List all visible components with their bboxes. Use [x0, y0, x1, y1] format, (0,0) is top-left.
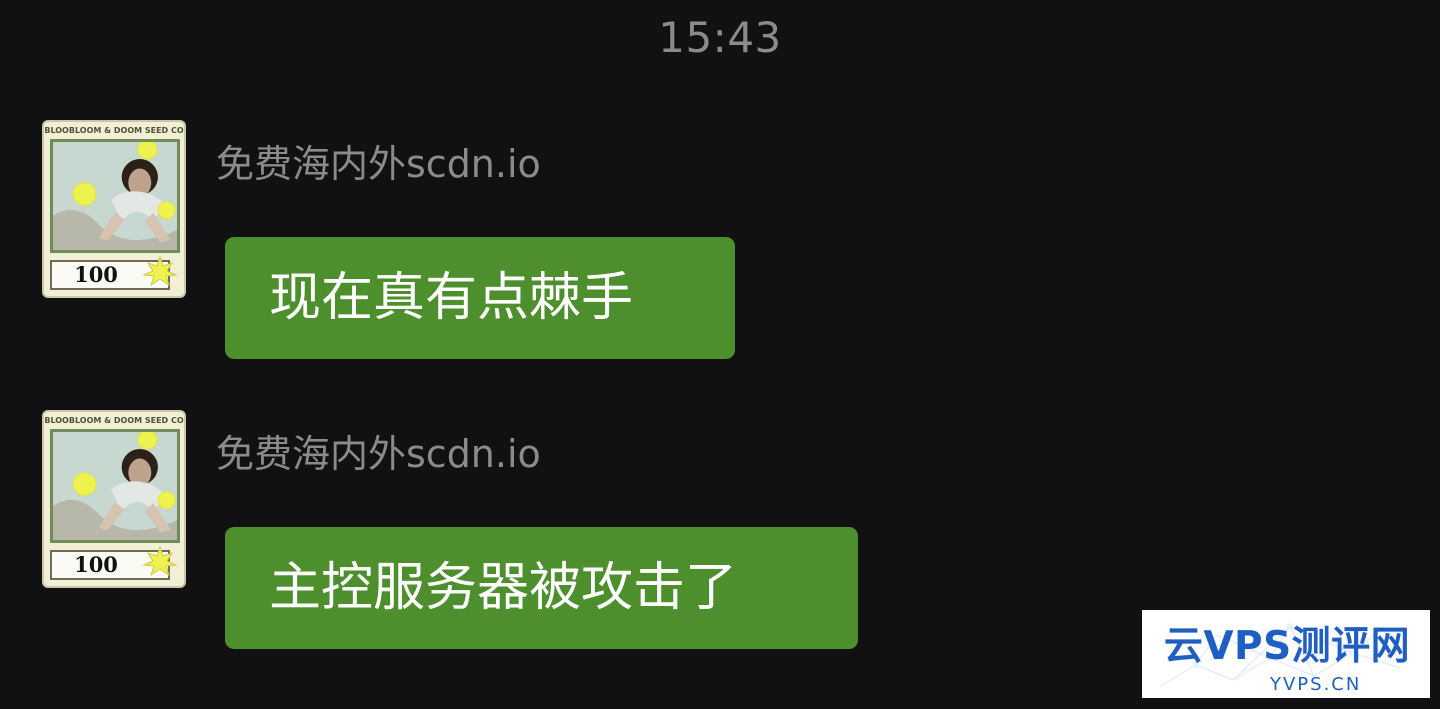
sender-name: 免费海内外scdn.io	[216, 432, 541, 476]
watermark-logo: 云VPS测评网 YVPS.CN	[1142, 610, 1430, 698]
sun-icon	[142, 256, 178, 286]
message-row: BLOOBLOOM & DOOM SEED CO 100 免费海内外scdn.i…	[42, 408, 942, 658]
portrait-image-icon	[50, 429, 180, 543]
sun-icon	[142, 546, 178, 576]
avatar-card-value-bar: 100	[50, 256, 178, 290]
avatar-card-title: BLOOBLOOM & DOOM SEED CO	[44, 416, 184, 425]
message-bubble[interactable]: 主控服务器被攻击了	[225, 527, 858, 649]
portrait-image-icon	[50, 139, 180, 253]
trading-card-avatar-icon[interactable]: BLOOBLOOM & DOOM SEED CO 100	[42, 120, 186, 298]
message-bubble[interactable]: 现在真有点棘手	[225, 237, 735, 359]
message-row: BLOOBLOOM & DOOM SEED CO 100 免费海内外scdn.i…	[42, 118, 942, 368]
chat-timestamp: 15:43	[658, 13, 782, 62]
avatar-card-value-bar: 100	[50, 546, 178, 580]
watermark-title: 云VPS测评网	[1163, 624, 1411, 669]
avatar-card-value: 100	[74, 262, 118, 287]
watermark-subtitle: YVPS.CN	[1270, 674, 1362, 695]
avatar-card-value: 100	[74, 552, 118, 577]
sender-name: 免费海内外scdn.io	[216, 142, 541, 186]
trading-card-avatar-icon[interactable]: BLOOBLOOM & DOOM SEED CO 100	[42, 410, 186, 588]
avatar-card-title: BLOOBLOOM & DOOM SEED CO	[44, 126, 184, 135]
chat-screen: 15:43 BLOOBLOOM & DOOM SEED CO 100 免费海内外…	[0, 0, 1440, 709]
